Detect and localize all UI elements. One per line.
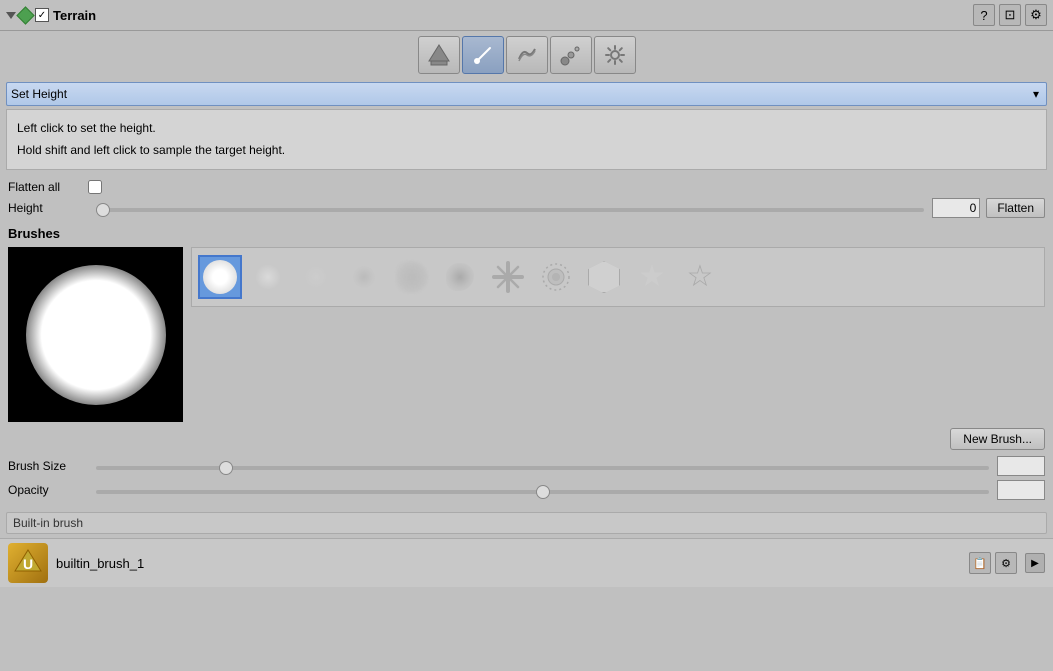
brush-size-row: Brush Size 25 <box>8 456 1045 476</box>
brush-item-8[interactable] <box>582 255 626 299</box>
terrain-mode-select[interactable]: Set Height Raise/Lower Smooth Height Pai… <box>6 82 1047 106</box>
status-bar: Built-in brush <box>6 512 1047 534</box>
title-right-icons: ? ⊡ ⚙ <box>973 4 1047 26</box>
brush-item-5[interactable] <box>438 255 482 299</box>
brush-item-9[interactable]: ★ <box>630 255 674 299</box>
brush-size-input[interactable]: 25 <box>997 456 1045 476</box>
brush-item-0[interactable] <box>198 255 242 299</box>
brush-item-4[interactable] <box>390 255 434 299</box>
opacity-row: Opacity 50 <box>8 480 1045 500</box>
brushes-content: ★ ☆ <box>8 247 1045 422</box>
height-slider[interactable] <box>96 208 924 212</box>
new-brush-button[interactable]: New Brush... <box>950 428 1045 450</box>
tools-settings-icon <box>604 44 626 66</box>
toolbar <box>0 31 1053 79</box>
flatten-all-row: Flatten all <box>8 180 1045 194</box>
tool-raise-lower[interactable] <box>418 36 460 74</box>
brushes-title: Brushes <box>8 226 1045 241</box>
asset-row: U builtin_brush_1 📋 ⚙ ▶ <box>0 538 1053 587</box>
smooth-icon <box>515 43 539 67</box>
asset-settings-icon[interactable]: ⚙ <box>995 552 1017 574</box>
brush-item-6[interactable] <box>486 255 530 299</box>
title-icons: ✓ <box>6 8 49 22</box>
height-row: Height Flatten <box>8 198 1045 218</box>
help-icon[interactable]: ? <box>973 4 995 26</box>
play-button[interactable]: ▶ <box>1025 553 1045 573</box>
tool-paint[interactable] <box>550 36 592 74</box>
height-slider-wrapper <box>96 201 924 215</box>
raise-lower-icon <box>427 43 451 67</box>
height-value-input[interactable] <box>932 198 980 218</box>
brush-dot-medium-icon <box>302 263 330 291</box>
tool-settings[interactable] <box>594 36 636 74</box>
brush-item-3[interactable] <box>342 255 386 299</box>
svg-text:U: U <box>23 556 33 572</box>
title-bar: ✓ Terrain ? ⊡ ⚙ <box>0 0 1053 31</box>
brush-size-label: Brush Size <box>8 459 88 473</box>
status-text: Built-in brush <box>13 516 83 530</box>
tool-smooth[interactable] <box>506 36 548 74</box>
brush-size-slider-wrapper <box>96 459 989 473</box>
asset-copy-icon[interactable]: 📋 <box>969 552 991 574</box>
opacity-label: Opacity <box>8 483 88 497</box>
layout-icon[interactable]: ⊡ <box>999 4 1021 26</box>
opacity-input[interactable]: 50 <box>997 480 1045 500</box>
brush-blob-icon <box>396 261 428 293</box>
description-line1: Left click to set the height. <box>17 118 1036 140</box>
brush-item-7[interactable] <box>534 255 578 299</box>
brush-preview-circle <box>26 265 166 405</box>
set-height-icon <box>472 44 494 66</box>
asset-name: builtin_brush_1 <box>56 556 961 571</box>
description-line2: Hold shift and left click to sample the … <box>17 140 1036 162</box>
paint-icon <box>559 43 583 67</box>
flatten-button[interactable]: Flatten <box>986 198 1045 218</box>
dropdown-row: Set Height Raise/Lower Smooth Height Pai… <box>0 79 1053 109</box>
brush-size-slider[interactable] <box>96 466 989 470</box>
brush-selector: ★ ☆ <box>191 247 1045 307</box>
brush-item-10[interactable]: ☆ <box>678 255 722 299</box>
checkbox-icon[interactable]: ✓ <box>35 8 49 22</box>
height-label: Height <box>8 201 88 215</box>
brush-item-2[interactable] <box>294 255 338 299</box>
asset-unity-icon: U <box>12 547 44 579</box>
brush-hex-icon <box>588 261 620 293</box>
tool-set-height[interactable] <box>462 36 504 74</box>
bottom-controls: Brush Size 25 Opacity 50 <box>0 452 1053 508</box>
brush-star-outline-icon: ☆ <box>687 262 714 292</box>
brushes-section: Brushes <box>0 226 1053 422</box>
flatten-all-checkbox[interactable] <box>88 180 102 194</box>
brush-item-1[interactable] <box>246 255 290 299</box>
brush-cross-icon <box>492 261 524 293</box>
brush-preview <box>8 247 183 422</box>
page-title: Terrain <box>53 8 96 23</box>
brush-dot-small-icon <box>353 266 375 288</box>
brush-star-filled-icon: ★ <box>639 262 666 292</box>
asset-right-icons: 📋 ⚙ <box>969 552 1017 574</box>
description-box: Left click to set the height. Hold shift… <box>6 109 1047 170</box>
brush-circle-icon <box>203 260 237 294</box>
dropdown-wrapper: Set Height Raise/Lower Smooth Height Pai… <box>6 82 1047 106</box>
collapse-arrow-icon[interactable] <box>6 12 16 19</box>
controls-area: Flatten all Height Flatten <box>0 176 1053 226</box>
unity-diamond-icon <box>16 6 34 24</box>
flatten-all-label: Flatten all <box>8 180 88 194</box>
opacity-slider[interactable] <box>96 490 989 494</box>
brush-soft-icon <box>250 259 286 295</box>
brush-blob2-icon <box>446 263 474 291</box>
opacity-slider-wrapper <box>96 483 989 497</box>
asset-icon: U <box>8 543 48 583</box>
brush-grunge-icon <box>539 260 573 294</box>
new-brush-row: New Brush... <box>0 422 1053 452</box>
settings-icon[interactable]: ⚙ <box>1025 4 1047 26</box>
